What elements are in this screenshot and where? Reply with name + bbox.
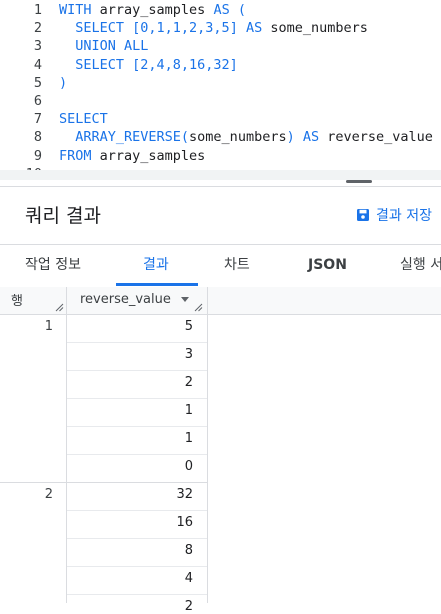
tab-chart[interactable]: 차트	[224, 245, 250, 287]
tab-job-info[interactable]: 작업 정보	[25, 245, 81, 287]
sql-keyword: AS (	[213, 2, 246, 18]
sql-keyword: 0,1,1,2,3,5	[140, 20, 230, 37]
row-number: 1	[44, 319, 53, 334]
column-header-reverse-value[interactable]: reverse_value	[80, 292, 189, 307]
code-line[interactable]: 3 UNION ALL	[0, 37, 441, 55]
line-number: 4	[33, 56, 42, 73]
sql-identifier: some_numbers	[189, 129, 287, 146]
row-number: 2	[44, 487, 53, 502]
save-results-label: 결과 저장	[376, 208, 432, 224]
code-text: SELECT [0,1,1,2,3,5] AS some_numbers	[59, 19, 368, 37]
code-text: SELECT [2,4,8,16,32]	[59, 56, 238, 74]
sql-keyword: AS	[302, 129, 328, 146]
active-tab-indicator	[116, 283, 198, 286]
code-line[interactable]: 8 ARRAY_REVERSE(some_numbers) AS reverse…	[0, 128, 441, 146]
code-text: ARRAY_REVERSE(some_numbers) AS reverse_v…	[59, 128, 433, 146]
cell-divider	[67, 426, 207, 427]
editor-horizontal-scrollbar[interactable]	[0, 170, 441, 180]
code-line[interactable]: 6	[0, 92, 441, 110]
code-line[interactable]: 1 WITH array_samples AS (	[0, 1, 441, 19]
cell-divider	[67, 510, 207, 511]
code-line[interactable]: 4 SELECT [2,4,8,16,32]	[0, 56, 441, 74]
grid-column-divider	[207, 287, 208, 603]
cell-divider	[67, 566, 207, 567]
line-number: 1	[33, 2, 42, 18]
cell-divider	[67, 454, 207, 455]
table-cell[interactable]: 1	[67, 403, 193, 418]
cell-divider	[67, 538, 207, 539]
sql-keyword: ARRAY_REVERSE(	[59, 129, 190, 146]
column-header-label: reverse_value	[80, 292, 171, 307]
sql-identifier: array_samples	[99, 147, 206, 164]
table-cell[interactable]: 5	[67, 319, 193, 334]
row-divider	[0, 482, 207, 483]
code-line[interactable]: 5)	[0, 74, 441, 92]
table-cell[interactable]: 8	[67, 543, 193, 558]
sql-keyword: UNION ALL	[59, 38, 149, 55]
sort-dropdown-icon[interactable]	[180, 297, 189, 302]
tab-json[interactable]: JSON	[308, 245, 347, 287]
sql-keyword: AS	[245, 20, 271, 37]
line-number: 9	[33, 147, 42, 164]
line-number: 2	[33, 20, 42, 37]
sql-keyword: SELECT [	[59, 20, 141, 37]
column-resize-icon[interactable]	[194, 303, 203, 312]
sql-identifier: some_numbers	[270, 20, 368, 37]
panel-resize-handle[interactable]	[346, 180, 372, 183]
code-text: )	[59, 74, 67, 92]
sql-keyword: WITH	[59, 2, 100, 18]
cell-divider	[67, 594, 207, 595]
row-number-header: 행	[11, 294, 23, 309]
line-number: 7	[33, 111, 42, 128]
save-icon	[357, 209, 369, 221]
save-results-button[interactable]: 결과 저장	[356, 204, 432, 226]
tab-results[interactable]: 결과	[143, 245, 169, 287]
code-line[interactable]: 9 FROM array_samples	[0, 147, 441, 165]
sql-keyword: FROM	[59, 147, 100, 164]
cell-divider	[67, 398, 207, 399]
sql-keyword: )	[59, 74, 68, 91]
sql-editor[interactable]: 1 WITH array_samples AS (2 SELECT [0,1,1,…	[0, 0, 441, 170]
code-text: WITH array_samples AS (	[59, 1, 246, 19]
table-cell[interactable]: 3	[67, 347, 193, 362]
table-cell[interactable]: 0	[67, 459, 193, 474]
sql-keyword: ]	[229, 20, 246, 37]
table-cell[interactable]: 1	[67, 431, 193, 446]
column-resize-icon[interactable]	[55, 303, 64, 312]
line-number: 3	[33, 38, 42, 55]
results-tabs: 작업 정보 결과 차트 JSON 실행 서	[0, 244, 441, 288]
cell-divider	[67, 370, 207, 371]
cell-divider	[67, 342, 207, 343]
line-number: 6	[33, 93, 42, 109]
sql-keyword: SELECT [2,4,8,16,32]	[59, 56, 238, 73]
code-text: UNION ALL	[59, 37, 148, 55]
sql-keyword: SELECT	[59, 111, 108, 128]
results-title: 쿼리 결과	[25, 205, 101, 227]
table-cell[interactable]: 32	[67, 487, 193, 502]
code-text: SELECT	[59, 110, 108, 128]
sql-identifier: array_samples	[99, 2, 214, 18]
line-number: 8	[33, 129, 42, 146]
table-cell[interactable]: 2	[67, 375, 193, 390]
sql-identifier: reverse_value	[327, 129, 433, 146]
panel-divider	[0, 186, 441, 187]
code-text: FROM array_samples	[59, 147, 205, 165]
table-cell[interactable]: 4	[67, 571, 193, 586]
code-line[interactable]: 2 SELECT [0,1,1,2,3,5] AS some_numbers	[0, 19, 441, 37]
table-cell[interactable]: 2	[67, 599, 193, 614]
code-line[interactable]: 7 SELECT	[0, 110, 441, 128]
tab-execution-details[interactable]: 실행 서	[400, 245, 441, 287]
line-number: 5	[33, 74, 42, 91]
sql-keyword: )	[286, 129, 303, 146]
table-cell[interactable]: 16	[67, 515, 193, 530]
